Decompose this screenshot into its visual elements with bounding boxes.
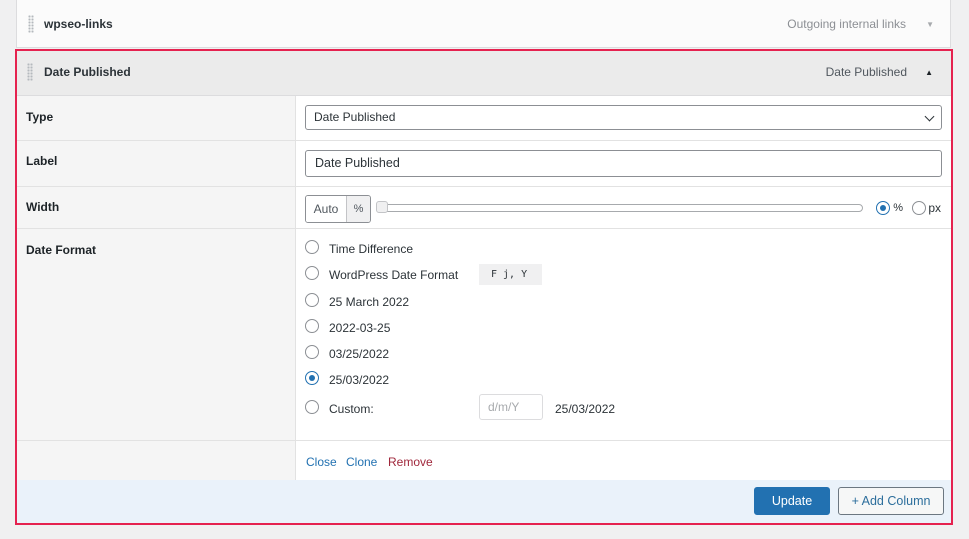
column-type-label: Outgoing internal links: [787, 17, 906, 31]
unit-label-px: px: [928, 201, 941, 215]
type-select-value: Date Published: [314, 110, 396, 124]
field-label-cell: [17, 441, 296, 482]
field-label-date-format: Date Format: [26, 243, 97, 257]
field-row-width: Width Auto % % px: [17, 187, 951, 229]
column-name[interactable]: wpseo-links: [44, 17, 113, 31]
field-input-cell: Date Published: [296, 141, 951, 186]
date-format-radio[interactable]: [305, 293, 319, 307]
field-row-date-format: Date Format Time Difference WordPress Da…: [17, 229, 951, 441]
chevron-down-icon: [924, 111, 935, 122]
drag-handle-icon[interactable]: [28, 15, 34, 33]
editor-column-type-label: Date Published: [825, 65, 907, 79]
date-format-radio[interactable]: [305, 400, 319, 414]
field-label-width: Width: [26, 200, 60, 214]
unit-label-percent: %: [893, 202, 903, 214]
column-row-wpseo-links[interactable]: wpseo-links Outgoing internal links ▼: [16, 0, 951, 48]
custom-format-preview: 25/03/2022: [555, 402, 616, 416]
date-format-option-label[interactable]: 03/25/2022: [329, 347, 389, 361]
width-slider-thumb[interactable]: [376, 201, 388, 213]
date-format-radio[interactable]: [305, 319, 319, 333]
unit-radio-px[interactable]: [912, 201, 926, 215]
column-editor: Date Published Date Published ▲ Type Dat…: [15, 49, 953, 525]
collapse-triangle-icon[interactable]: ▲: [925, 68, 933, 77]
date-format-radio-selected[interactable]: [305, 371, 319, 385]
width-value[interactable]: Auto: [306, 196, 346, 222]
remove-link[interactable]: Remove: [388, 455, 433, 469]
editor-column-name[interactable]: Date Published: [44, 65, 131, 79]
custom-format-input[interactable]: d/m/Y: [479, 394, 543, 420]
expand-triangle-icon[interactable]: ▼: [926, 20, 934, 29]
unit-radio-percent[interactable]: [876, 201, 890, 215]
date-format-option-label[interactable]: WordPress Date Format: [329, 268, 458, 282]
field-input-cell: Auto % % px: [296, 187, 951, 228]
actions-cell: Close Clone Remove: [296, 441, 951, 482]
wordpress-format-code: F j, Y: [479, 264, 542, 285]
date-format-option-label[interactable]: 25/03/2022: [329, 373, 389, 387]
field-label-cell: Type: [17, 96, 296, 140]
field-row-type: Type Date Published: [17, 96, 951, 141]
date-format-option-label[interactable]: Time Difference: [329, 242, 413, 256]
label-input[interactable]: Date Published: [305, 150, 942, 177]
clone-link[interactable]: Clone: [346, 455, 377, 469]
field-label-cell: Date Format: [17, 229, 296, 440]
field-row-label: Label Date Published: [17, 141, 951, 187]
field-label-cell: Label: [17, 141, 296, 186]
actions-row: Close Clone Remove: [17, 441, 951, 483]
field-label-type: Type: [26, 110, 54, 124]
update-button[interactable]: Update: [754, 487, 830, 515]
date-format-radio[interactable]: [305, 266, 319, 280]
date-format-radio[interactable]: [305, 345, 319, 359]
type-select[interactable]: Date Published: [305, 105, 942, 130]
editor-header[interactable]: Date Published Date Published ▲: [17, 51, 951, 96]
drag-handle-icon[interactable]: [27, 63, 33, 81]
field-label-label: Label: [26, 154, 58, 168]
add-column-button[interactable]: + Add Column: [838, 487, 944, 515]
width-slider-track[interactable]: [382, 204, 863, 212]
width-value-group[interactable]: Auto %: [305, 195, 371, 223]
date-format-radio[interactable]: [305, 240, 319, 254]
date-format-option-label[interactable]: 2022-03-25: [329, 321, 390, 335]
date-format-option-label[interactable]: 25 March 2022: [329, 295, 409, 309]
editor-footer: Update + Add Column: [17, 480, 951, 523]
date-format-option-label[interactable]: Custom:: [329, 402, 374, 416]
field-label-cell: Width: [17, 187, 296, 228]
close-link[interactable]: Close: [306, 455, 337, 469]
field-input-cell: Time Difference WordPress Date Format F …: [296, 229, 951, 440]
field-input-cell: Date Published: [296, 96, 951, 140]
width-unit-display: %: [346, 196, 370, 222]
